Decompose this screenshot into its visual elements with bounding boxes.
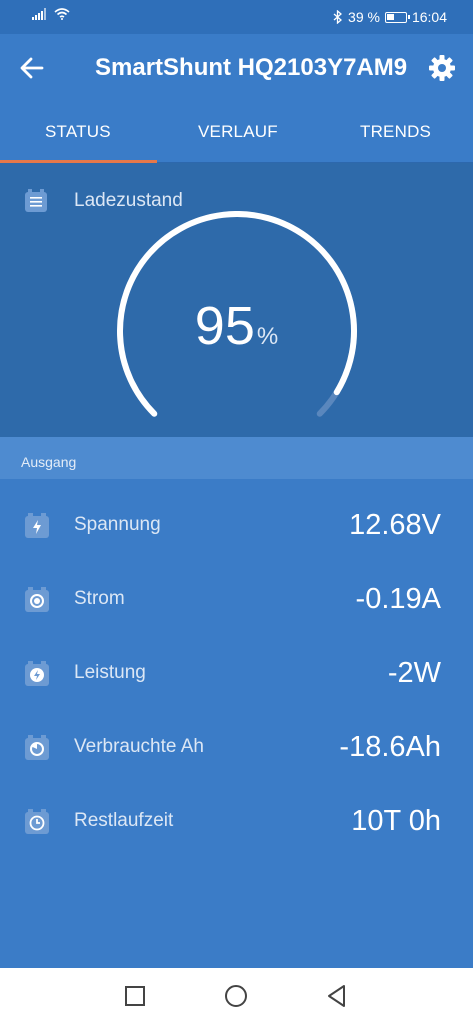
reading-label: Leistung [74,662,146,683]
back-arrow-icon[interactable] [18,54,46,82]
recent-apps-button[interactable] [121,982,149,1010]
battery-percent: 39 % [348,9,380,25]
reading-label: Strom [74,588,125,609]
battery-fill [386,13,394,20]
soc-value: 95% [0,295,473,357]
section-title: Ausgang [21,454,77,470]
status-left [32,8,70,20]
home-button[interactable] [222,982,250,1010]
reading-label: Spannung [74,514,161,535]
clock-time: 16:04 [411,9,447,25]
tab-bar: STATUS VERLAUF TRENDS [0,104,473,163]
reading-label: Verbrauchte Ah [74,736,204,757]
status-right: 39 % 16:04 [333,9,447,25]
current-icon [25,587,49,612]
back-button[interactable] [323,982,351,1010]
wifi-icon [54,8,70,20]
battery-icon [384,11,410,23]
reading-row-remaining-time: Restlaufzeit 10T 0h [0,775,473,849]
battery-list-icon [25,189,47,212]
voltage-icon [25,513,49,538]
soc-unit: % [256,323,279,350]
tab-trends[interactable]: TRENDS [360,122,431,142]
reading-row-power: Leistung -2W [0,627,473,701]
reading-row-consumed-ah: Verbrauchte Ah -18.6Ah [0,701,473,775]
gear-icon[interactable] [427,53,457,83]
tab-verlauf[interactable]: VERLAUF [198,122,278,142]
reading-value: -0.19A [355,583,441,615]
tab-status[interactable]: STATUS [45,122,111,142]
power-icon [25,661,49,686]
reading-value: -2W [387,657,441,689]
system-nav-bar [0,968,473,1024]
reading-row-voltage: Spannung 12.68V [0,479,473,553]
reading-value: 10T 0h [351,805,441,837]
soc-label: Ladezustand [74,190,183,211]
signal-icon [32,8,46,20]
state-of-charge-panel: Ladezustand 95% [0,163,473,437]
reading-value: 12.68V [349,509,441,541]
bluetooth-icon [333,10,343,24]
reading-value: -18.6Ah [339,731,441,763]
section-header: Ausgang [0,437,473,479]
reading-row-current: Strom -0.19A [0,553,473,627]
app-bar: SmartShunt HQ2103Y7AM9 [0,34,473,104]
reading-label: Restlaufzeit [74,810,174,831]
clock-icon [25,809,49,834]
soc-number: 95 [194,296,255,356]
status-bar: 39 % 16:04 [0,0,473,34]
consumed-ah-icon [25,735,49,760]
page-title: SmartShunt HQ2103Y7AM9 [95,54,408,81]
